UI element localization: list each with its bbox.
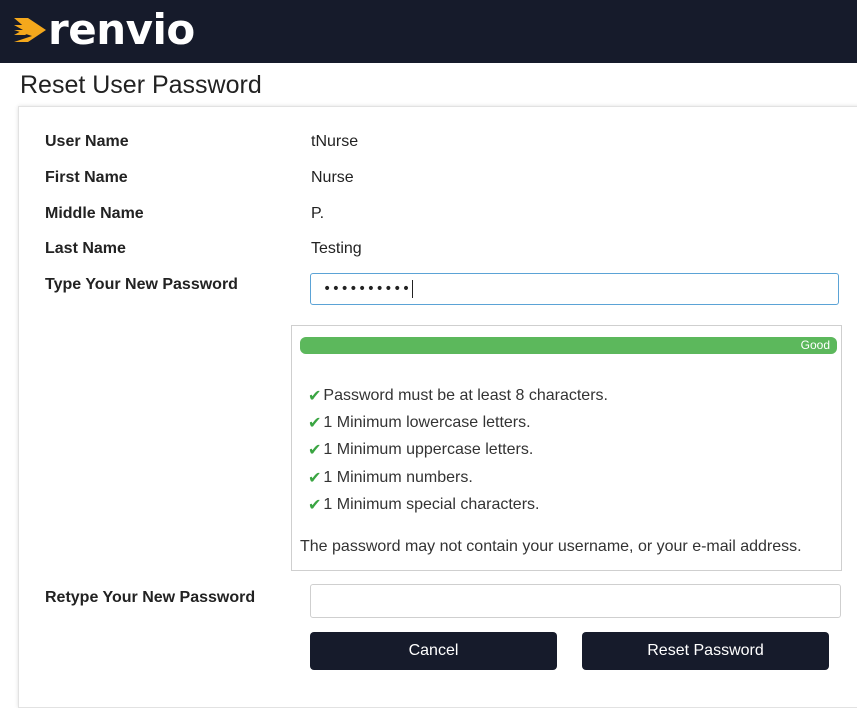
rule-special: ✔ 1 Minimum special characters.: [308, 495, 539, 514]
rule-lowercase: ✔ 1 Minimum lowercase letters.: [308, 413, 531, 432]
first-name-value: Nurse: [311, 169, 354, 186]
page-title: Reset User Password: [20, 71, 262, 99]
new-password-input[interactable]: ••••••••••: [310, 273, 839, 305]
password-strength-meter: Good: [300, 337, 837, 354]
password-restriction-note: The password may not contain your userna…: [300, 538, 802, 555]
password-rules-box: Good ✔ Password must be at least 8 chara…: [291, 325, 842, 571]
user-name-value: tNurse: [311, 133, 359, 150]
middle-name-value: P.: [311, 205, 325, 222]
password-strength-label: Good: [800, 338, 830, 352]
renvio-logo[interactable]: renvio: [12, 8, 195, 52]
new-password-label: Type Your New Password: [45, 276, 238, 293]
retype-password-input[interactable]: [310, 584, 841, 618]
rule-text: 1 Minimum numbers.: [323, 468, 473, 486]
cancel-button[interactable]: Cancel: [310, 632, 557, 670]
logo-mark-icon: [14, 18, 46, 42]
rule-uppercase: ✔ 1 Minimum uppercase letters.: [308, 440, 533, 459]
middle-name-label: Middle Name: [45, 205, 144, 222]
check-icon: ✔: [308, 468, 322, 487]
rule-text: 1 Minimum lowercase letters.: [323, 413, 531, 431]
last-name-label: Last Name: [45, 240, 126, 257]
user-name-label: User Name: [45, 133, 129, 150]
last-name-value: Testing: [311, 240, 362, 257]
retype-password-label: Retype Your New Password: [45, 589, 256, 606]
check-icon: ✔: [308, 495, 322, 514]
rule-text: 1 Minimum uppercase letters.: [323, 440, 534, 458]
rule-numbers: ✔ 1 Minimum numbers.: [308, 468, 473, 487]
check-icon: ✔: [308, 386, 322, 405]
rule-text: Password must be at least 8 characters.: [323, 386, 608, 404]
text-cursor: [411, 280, 413, 298]
logo-text: renvio: [48, 5, 195, 54]
check-icon: ✔: [308, 440, 322, 459]
password-strength-fill: Good: [300, 337, 837, 354]
app-header: renvio: [0, 0, 857, 63]
rule-text: 1 Minimum special characters.: [323, 495, 540, 513]
first-name-label: First Name: [45, 169, 128, 186]
reset-password-button[interactable]: Reset Password: [582, 632, 829, 670]
check-icon: ✔: [308, 413, 322, 432]
rule-min-length: ✔ Password must be at least 8 characters…: [308, 386, 608, 405]
new-password-masked-value: ••••••••••: [323, 281, 411, 297]
